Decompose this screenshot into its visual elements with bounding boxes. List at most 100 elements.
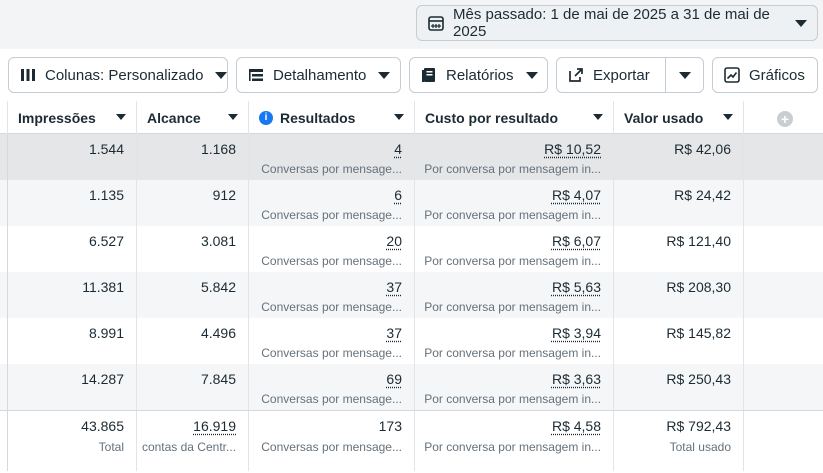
total-impressions-subtext: Total	[98, 440, 124, 454]
results-value[interactable]: 20	[386, 233, 402, 249]
row-marker	[0, 180, 8, 226]
table-row[interactable]: 1.135 912 6 Conversas por mensage... R$ 4…	[0, 180, 823, 226]
impressions-value: 14.287	[81, 371, 124, 387]
total-cost-subtext: Por conversa por mensagem in...	[424, 440, 601, 454]
date-range-label: Mês passado: 1 de mai de 2025 a 31 de ma…	[453, 6, 770, 40]
date-range-picker[interactable]: Mês passado: 1 de mai de 2025 a 31 de ma…	[416, 5, 818, 41]
chevron-down-icon	[215, 71, 228, 79]
impressions-value: 1.135	[88, 187, 124, 203]
total-cost-value[interactable]: R$ 4,58	[552, 418, 601, 434]
impressions-value: 1.544	[88, 141, 124, 157]
results-subtext: Conversas por mensage...	[261, 254, 402, 268]
row-marker	[0, 226, 8, 272]
header-spacer	[0, 101, 8, 134]
spent-value: R$ 145,82	[666, 325, 731, 341]
results-table: Impressões Alcance i Resultados Custo po…	[0, 101, 823, 473]
export-button[interactable]: Exportar	[556, 57, 704, 93]
cost-value[interactable]: R$ 10,52	[544, 141, 601, 157]
table-row[interactable]: 8.991 4.496 37 Conversas por mensage... R…	[0, 318, 823, 364]
results-subtext: Conversas por mensage...	[261, 300, 402, 314]
spent-value: R$ 24,42	[674, 187, 731, 203]
sort-caret-icon[interactable]	[116, 114, 126, 120]
results-value[interactable]: 6	[394, 187, 402, 203]
charts-label: Gráficos	[749, 66, 805, 84]
chevron-down-icon	[795, 19, 807, 27]
spent-value: R$ 121,40	[666, 233, 731, 249]
charts-button[interactable]: Gráficos	[712, 57, 818, 93]
reports-button[interactable]: Relatórios	[409, 57, 548, 93]
date-bar: Mês passado: 1 de mai de 2025 a 31 de ma…	[0, 0, 823, 49]
cost-value[interactable]: R$ 5,63	[552, 279, 601, 295]
columns-button[interactable]: Colunas: Personalizado	[8, 57, 228, 93]
spent-value: R$ 208,30	[666, 279, 731, 295]
cost-value[interactable]: R$ 4,07	[552, 187, 601, 203]
table-header: Impressões Alcance i Resultados Custo po…	[0, 101, 823, 134]
results-subtext: Conversas por mensage...	[261, 392, 402, 406]
total-results-value: 173	[378, 418, 402, 434]
row-marker	[0, 272, 8, 318]
results-subtext: Conversas por mensage...	[261, 162, 402, 176]
table-row[interactable]: 14.287 7.845 69 Conversas por mensage... …	[0, 364, 823, 410]
add-column-icon[interactable]: +	[777, 111, 793, 127]
info-icon[interactable]: i	[259, 110, 273, 125]
cost-subtext: Por conversa por mensagem in...	[424, 346, 601, 360]
cost-value[interactable]: R$ 3,63	[552, 371, 601, 387]
header-spent-label: Valor usado	[624, 109, 704, 126]
toolbar: Colunas: Personalizado Detalhamento Rela…	[0, 49, 823, 101]
header-reach-label: Alcance	[147, 109, 201, 126]
table-row[interactable]: 1.544 1.168 4 Conversas por mensage... R$…	[0, 134, 823, 180]
header-amount-spent[interactable]: Valor usado	[614, 101, 744, 134]
sort-caret-icon[interactable]	[593, 114, 603, 120]
impressions-value: 8.991	[88, 325, 124, 341]
row-marker	[0, 364, 8, 410]
chart-icon	[724, 67, 740, 83]
calendar-icon	[428, 16, 444, 31]
divider	[665, 58, 666, 92]
sort-caret-icon[interactable]	[723, 114, 733, 120]
columns-label: Colunas: Personalizado	[45, 66, 204, 84]
results-value[interactable]: 4	[394, 141, 402, 157]
cost-value[interactable]: R$ 3,94	[552, 325, 601, 341]
reach-value: 3.081	[200, 233, 236, 249]
totals-row: 43.865 Total 16.919 contas da Centr... 173…	[0, 410, 823, 471]
cost-subtext: Por conversa por mensagem in...	[424, 300, 601, 314]
breakdown-icon	[249, 69, 263, 81]
total-spent-value: R$ 792,43	[666, 418, 731, 434]
cost-subtext: Por conversa por mensagem in...	[424, 208, 601, 222]
cost-value[interactable]: R$ 6,07	[552, 233, 601, 249]
cost-subtext: Por conversa por mensagem in...	[424, 162, 601, 176]
chevron-down-icon	[378, 71, 391, 79]
header-results-label: Resultados	[280, 109, 356, 126]
total-results-subtext: Conversas por mensage...	[261, 440, 402, 454]
results-value[interactable]: 37	[386, 279, 402, 295]
impressions-value: 11.381	[82, 279, 124, 295]
spent-value: R$ 250,43	[666, 371, 731, 387]
reach-value: 1.168	[200, 141, 236, 157]
row-marker	[0, 411, 8, 471]
total-reach-value[interactable]: 16.919	[193, 418, 236, 434]
export-label: Exportar	[593, 66, 650, 84]
reach-value: 5.842	[200, 279, 236, 295]
total-spent-subtext: Total usado	[669, 440, 731, 454]
impressions-value: 6.527	[88, 233, 124, 249]
table-row[interactable]: 11.381 5.842 37 Conversas por mensage... …	[0, 272, 823, 318]
breakdown-label: Detalhamento	[273, 66, 367, 84]
reports-label: Relatórios	[446, 66, 514, 84]
reach-value: 912	[212, 187, 236, 203]
results-value[interactable]: 69	[386, 371, 402, 387]
header-reach[interactable]: Alcance	[137, 101, 249, 134]
header-impressions-label: Impressões	[18, 109, 96, 126]
export-dropdown-icon[interactable]	[679, 72, 691, 79]
sort-caret-icon[interactable]	[228, 114, 238, 120]
table-row[interactable]: 6.527 3.081 20 Conversas por mensage... R…	[0, 226, 823, 272]
results-value[interactable]: 37	[386, 325, 402, 341]
reports-icon	[422, 68, 435, 82]
header-impressions[interactable]: Impressões	[8, 101, 137, 134]
breakdown-button[interactable]: Detalhamento	[236, 57, 401, 93]
header-cost-per-result[interactable]: Custo por resultado	[415, 101, 614, 134]
results-subtext: Conversas por mensage...	[261, 346, 402, 360]
sort-caret-icon[interactable]	[394, 114, 404, 120]
reach-value: 7.845	[200, 371, 236, 387]
header-results[interactable]: i Resultados	[249, 101, 415, 134]
row-marker	[0, 134, 8, 180]
